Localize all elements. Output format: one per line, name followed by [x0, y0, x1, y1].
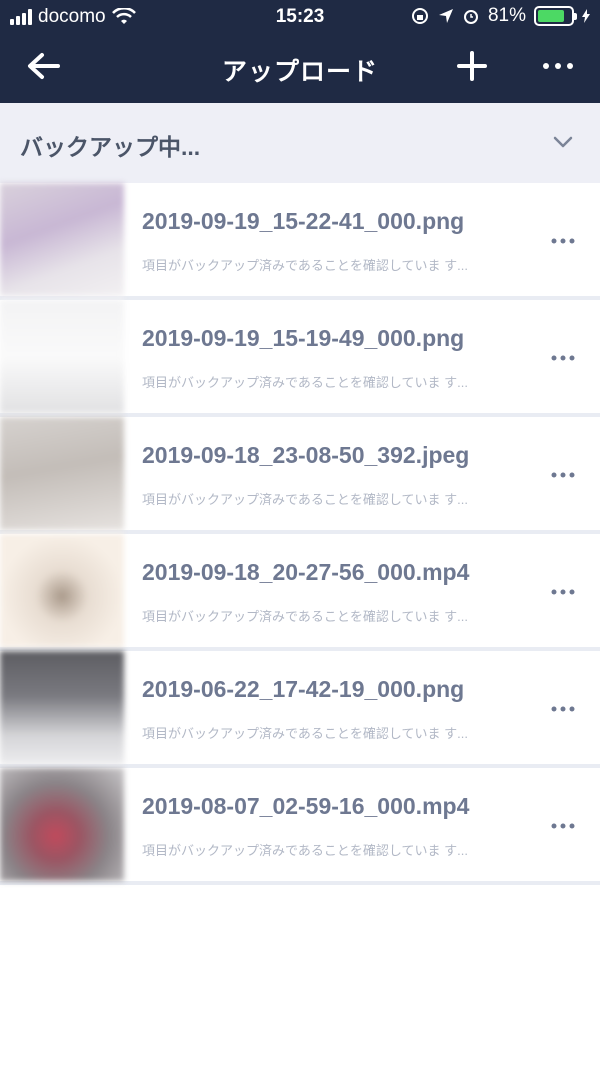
battery-percent: 81% — [487, 5, 526, 26]
file-status: 項目がバックアップ済みであることを確認していま す... — [142, 843, 468, 858]
add-icon[interactable] — [454, 48, 490, 84]
list-item[interactable]: 2019-09-18_20-27-56_000.mp4 項目がバックアップ済みで… — [0, 534, 600, 651]
status-bar: docomo 15:23 81% — [0, 0, 600, 36]
thumbnail — [0, 534, 124, 647]
file-name: 2019-08-07_02-59-16_000.mp4 — [142, 793, 470, 819]
list-item[interactable]: 2019-09-18_23-08-50_392.jpeg 項目がバックアップ済み… — [0, 417, 600, 534]
item-more-icon[interactable] — [548, 818, 578, 834]
upload-list: 2019-09-19_15-22-41_000.png 項目がバックアップ済みで… — [0, 183, 600, 885]
file-name: 2019-09-18_20-27-56_000.mp4 — [142, 559, 470, 585]
thumbnail — [0, 768, 124, 881]
item-more-icon[interactable] — [548, 233, 578, 249]
alarm-icon — [463, 10, 478, 24]
thumbnail — [0, 183, 124, 296]
list-item[interactable]: 2019-09-19_15-22-41_000.png 項目がバックアップ済みで… — [0, 183, 600, 300]
file-status: 項目がバックアップ済みであることを確認していま す... — [142, 726, 468, 741]
more-options-icon[interactable] — [538, 48, 578, 84]
battery-icon — [534, 6, 577, 26]
thumbnail — [0, 651, 124, 764]
location-icon — [438, 9, 453, 23]
file-name: 2019-09-19_15-19-49_000.png — [142, 325, 465, 351]
item-more-icon[interactable] — [548, 467, 578, 483]
page-title: アップロード — [221, 58, 378, 86]
thumbnail — [0, 300, 124, 413]
orientation-lock-icon — [411, 8, 428, 24]
thumbnail — [0, 417, 124, 530]
file-name: 2019-09-18_23-08-50_392.jpeg — [142, 442, 470, 468]
list-item[interactable]: 2019-06-22_17-42-19_000.png 項目がバックアップ済みで… — [0, 651, 600, 768]
backup-status-label: バックアップ中... — [20, 134, 201, 160]
list-item[interactable]: 2019-09-19_15-19-49_000.png 項目がバックアップ済みで… — [0, 300, 600, 417]
file-name: 2019-09-19_15-22-41_000.png — [142, 208, 465, 234]
file-status: 項目がバックアップ済みであることを確認していま す... — [142, 375, 468, 390]
nav-bar: アップロード — [0, 36, 600, 103]
file-status: 項目がバックアップ済みであることを確認していま す... — [142, 492, 468, 507]
charging-icon — [582, 9, 590, 23]
item-more-icon[interactable] — [548, 701, 578, 717]
header: docomo 15:23 81% アップロード — [0, 0, 600, 103]
file-status: 項目がバックアップ済みであることを確認していま す... — [142, 258, 468, 273]
chevron-down-icon[interactable] — [552, 131, 574, 153]
item-more-icon[interactable] — [548, 584, 578, 600]
backup-section-header[interactable]: バックアップ中... — [0, 103, 600, 183]
item-more-icon[interactable] — [548, 350, 578, 366]
file-status: 項目がバックアップ済みであることを確認していま す... — [142, 609, 468, 624]
file-name: 2019-06-22_17-42-19_000.png — [142, 676, 465, 702]
list-item[interactable]: 2019-08-07_02-59-16_000.mp4 項目がバックアップ済みで… — [0, 768, 600, 885]
